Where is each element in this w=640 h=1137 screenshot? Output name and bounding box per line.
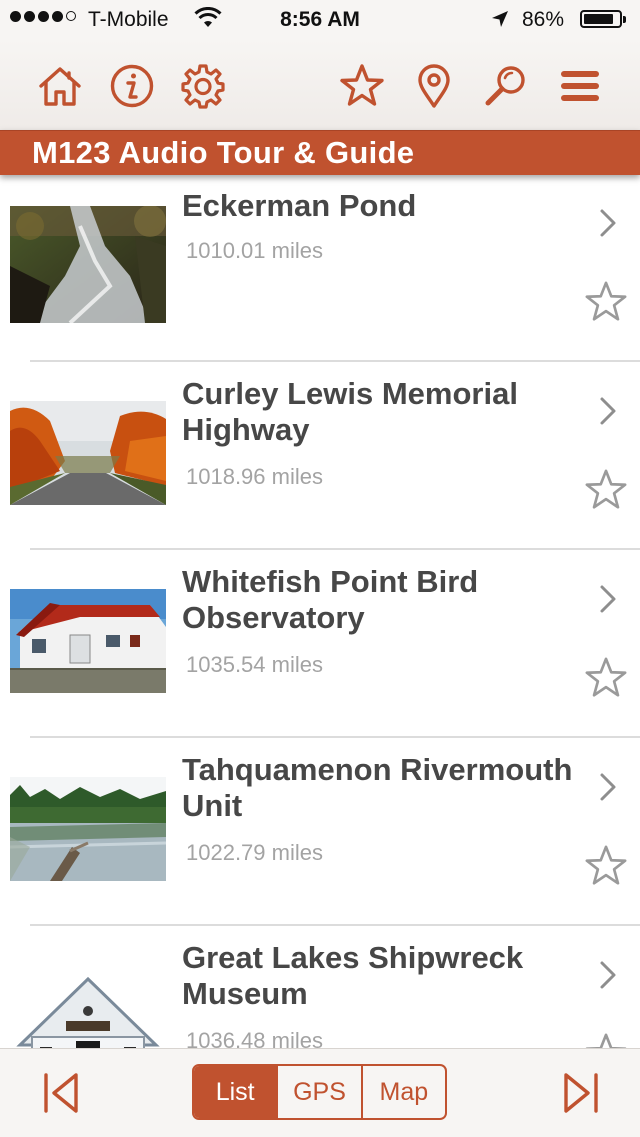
stop-name: Great Lakes Shipwreck Museum	[182, 940, 524, 1011]
stop-thumbnail	[10, 965, 166, 1048]
battery-icon	[580, 10, 626, 28]
skip-next-icon[interactable]	[558, 1071, 602, 1115]
list-item[interactable]: Curley Lewis Memorial Highway 1018.96 mi…	[0, 362, 640, 550]
stop-name: Curley Lewis Memorial Highway	[182, 376, 518, 447]
stop-distance: 1035.54 miles	[186, 652, 323, 677]
page-title-bar: M123 Audio Tour & Guide	[0, 130, 640, 175]
chevron-right-icon[interactable]	[596, 584, 620, 614]
chevron-right-icon[interactable]	[596, 396, 620, 426]
search-icon	[485, 66, 525, 106]
stop-thumbnail	[10, 777, 166, 881]
favorite-star-icon[interactable]	[584, 280, 628, 324]
battery-percentage: 86%	[522, 8, 565, 31]
chevron-right-icon[interactable]	[596, 208, 620, 238]
stop-distance: 1010.01 miles	[186, 238, 323, 263]
stop-distance: 1018.96 miles	[186, 464, 323, 489]
toolbar	[0, 40, 640, 130]
list-item[interactable]: Eckerman Pond 1010.01 miles	[0, 174, 640, 362]
stop-name: Tahquamenon Rivermouth Unit	[182, 752, 573, 823]
menu-button[interactable]	[556, 62, 604, 110]
tab-list[interactable]: List	[194, 1066, 277, 1118]
stop-distance: 1022.79 miles	[186, 840, 323, 865]
tab-gps[interactable]: GPS	[276, 1066, 360, 1118]
menu-icon	[561, 71, 599, 101]
list-item[interactable]: Tahquamenon Rivermouth Unit 1022.79 mile…	[0, 738, 640, 926]
stop-thumbnail	[10, 589, 166, 693]
chevron-right-icon[interactable]	[596, 772, 620, 802]
info-icon	[110, 64, 154, 108]
search-button[interactable]	[482, 62, 530, 110]
location-services-icon	[492, 11, 508, 27]
tab-map[interactable]: Map	[360, 1066, 445, 1118]
home-icon	[39, 67, 81, 106]
favorite-star-icon[interactable]	[584, 656, 628, 700]
stop-name: Whitefish Point Bird Observatory	[182, 564, 479, 635]
stop-name: Eckerman Pond	[182, 188, 417, 223]
favorites-button[interactable]	[338, 62, 386, 110]
bottom-bar: List GPS Map	[0, 1048, 640, 1137]
stop-thumbnail	[10, 206, 166, 323]
nearby-button[interactable]	[410, 62, 458, 110]
stop-thumbnail	[10, 401, 166, 505]
info-button[interactable]	[108, 62, 156, 110]
page-title: M123 Audio Tour & Guide	[32, 135, 415, 170]
view-mode-segmented-control: List GPS Map	[192, 1064, 447, 1120]
settings-button[interactable]	[179, 62, 227, 110]
favorite-star-icon[interactable]	[584, 844, 628, 888]
favorite-star-icon[interactable]	[584, 1032, 628, 1048]
tour-stop-list[interactable]: Eckerman Pond 1010.01 miles Curley Lewis…	[0, 174, 640, 1048]
home-button[interactable]	[36, 62, 84, 110]
list-item[interactable]: Great Lakes Shipwreck Museum 1036.48 mil…	[0, 926, 640, 1048]
chevron-right-icon[interactable]	[596, 960, 620, 990]
stop-distance: 1036.48 miles	[186, 1028, 323, 1048]
favorite-star-icon[interactable]	[584, 468, 628, 512]
star-icon	[340, 64, 384, 106]
list-item[interactable]: Whitefish Point Bird Observatory 1035.54…	[0, 550, 640, 738]
status-bar: T-Mobile 8:56 AM 86%	[0, 0, 640, 40]
location-pin-icon	[418, 64, 450, 108]
gear-icon	[181, 64, 225, 109]
skip-previous-icon[interactable]	[40, 1071, 84, 1115]
